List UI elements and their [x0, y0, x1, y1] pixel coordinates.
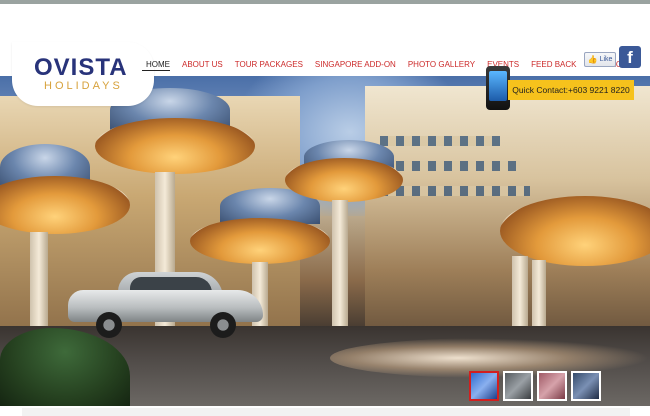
facebook-icon[interactable]: f — [619, 46, 641, 68]
window-row — [380, 186, 530, 196]
phone-icon — [486, 66, 510, 110]
facebook-like-button[interactable]: 👍 Like — [584, 52, 616, 67]
car-wheel — [96, 312, 122, 338]
mushroom-canopy — [190, 218, 330, 264]
content-band — [22, 408, 630, 416]
slideshow-thumbnails — [469, 371, 605, 401]
column — [30, 232, 48, 332]
like-label: Like — [599, 56, 613, 63]
quick-contact-label: Quick Contact:+603 9221 8220 — [512, 85, 630, 95]
column — [332, 200, 348, 336]
slideshow-thumbnail-4[interactable] — [571, 371, 601, 401]
nav-active-underline — [142, 70, 170, 71]
nav-singapore-add-on[interactable]: SINGAPORE ADD-ON — [315, 60, 396, 69]
slideshow-thumbnail-2[interactable] — [503, 371, 533, 401]
nav-photo-gallery[interactable]: PHOTO GALLERY — [408, 60, 475, 69]
facebook-glyph: f — [627, 48, 633, 67]
logo-title: OVISTA — [34, 54, 128, 81]
car-wheel — [210, 312, 236, 338]
page: OVISTA HOLIDAYS HOME ABOUT US TOUR PACKA… — [0, 0, 650, 416]
hero-banner-image — [0, 76, 650, 406]
window-row — [380, 136, 500, 146]
main-nav: HOME ABOUT US TOUR PACKAGES SINGAPORE AD… — [140, 52, 627, 76]
nav-feed-back[interactable]: FEED BACK — [531, 60, 576, 69]
nav-tour-packages[interactable]: TOUR PACKAGES — [235, 60, 303, 69]
thumbs-up-icon: 👍 — [587, 55, 598, 64]
nav-home[interactable]: HOME — [146, 60, 170, 69]
nav-about-us[interactable]: ABOUT US — [182, 60, 223, 69]
mushroom-canopy — [285, 158, 403, 202]
logo[interactable]: OVISTA HOLIDAYS — [12, 42, 154, 106]
top-strip — [0, 0, 650, 4]
quick-contact-bar[interactable]: Quick Contact:+603 9221 8220 — [508, 80, 634, 100]
slideshow-thumbnail-1[interactable] — [469, 371, 499, 401]
logo-subtitle: HOLIDAYS — [44, 80, 123, 92]
window-row — [380, 161, 520, 171]
phone-screen — [489, 71, 507, 101]
mushroom-canopy — [95, 118, 255, 174]
slideshow-thumbnail-3[interactable] — [537, 371, 567, 401]
car — [68, 270, 263, 338]
